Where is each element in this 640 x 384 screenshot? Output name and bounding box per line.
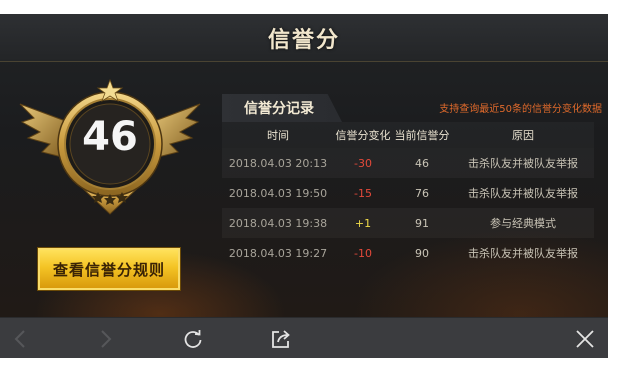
row-reason: 参与经典模式 <box>490 217 556 230</box>
app-frame: 信誉分 46 查看信誉分规则 信誉分记录 支持查询最近50条的信誉分变化数据 时… <box>0 14 608 358</box>
records-tab: 信誉分记录 <box>222 94 342 122</box>
close-icon[interactable] <box>574 328 596 350</box>
main-panel: 信誉分 46 查看信誉分规则 信誉分记录 支持查询最近50条的信誉分变化数据 时… <box>0 14 608 317</box>
share-icon[interactable] <box>270 328 292 350</box>
credit-score-value: 46 <box>82 114 138 160</box>
refresh-icon[interactable] <box>182 328 204 350</box>
browser-toolbar <box>0 317 608 358</box>
row-current-score: 90 <box>415 246 429 260</box>
view-rules-button[interactable]: 查看信誉分规则 <box>38 248 180 290</box>
row-reason: 击杀队友并被队友举报 <box>468 157 578 170</box>
table-header: 时间 信誉分变化 当前信誉分 原因 <box>222 122 594 148</box>
row-change: -30 <box>354 156 372 170</box>
row-current-score: 46 <box>415 156 429 170</box>
row-time: 2018.04.03 19:50 <box>228 186 328 200</box>
table-row: 2018.04.03 19:38 +1 91 参与经典模式 <box>222 208 594 238</box>
row-current-score: 91 <box>415 216 429 230</box>
records-note: 支持查询最近50条的信誉分变化数据 <box>439 104 602 115</box>
row-time: 2018.04.03 19:38 <box>228 216 328 230</box>
title-bar: 信誉分 <box>0 14 608 62</box>
column-header-change: 信誉分变化 <box>335 129 391 142</box>
row-current-score: 76 <box>415 186 429 200</box>
row-change: +1 <box>354 216 372 230</box>
row-reason: 击杀队友并被队友举报 <box>468 247 578 260</box>
row-reason: 击杀队友并被队友举报 <box>468 187 578 200</box>
records-table: 时间 信誉分变化 当前信誉分 原因 2018.04.03 20:13 -30 4… <box>222 122 594 268</box>
row-change: -15 <box>354 186 372 200</box>
column-header-current: 当前信誉分 <box>394 129 450 142</box>
credit-badge: 46 <box>18 74 202 224</box>
column-header-reason: 原因 <box>512 129 534 142</box>
forward-icon[interactable] <box>94 328 116 350</box>
column-header-time: 时间 <box>267 129 289 142</box>
table-row: 2018.04.03 19:27 -10 90 击杀队友并被队友举报 <box>222 238 594 268</box>
page-title: 信誉分 <box>267 27 340 53</box>
table-row: 2018.04.03 19:50 -15 76 击杀队友并被队友举报 <box>222 178 594 208</box>
table-row: 2018.04.03 20:13 -30 46 击杀队友并被队友举报 <box>222 148 594 178</box>
row-time: 2018.04.03 20:13 <box>228 156 328 170</box>
row-change: -10 <box>354 246 372 260</box>
back-icon[interactable] <box>10 328 32 350</box>
row-time: 2018.04.03 19:27 <box>228 246 328 260</box>
